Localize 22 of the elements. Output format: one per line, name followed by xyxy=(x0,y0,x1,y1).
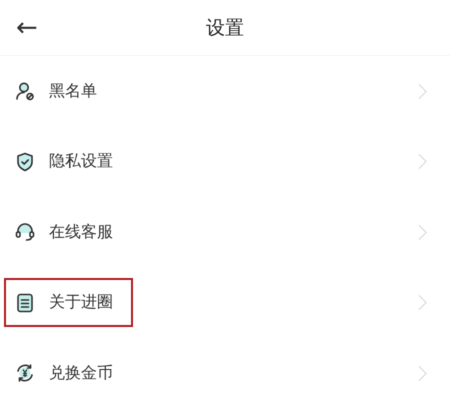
chevron-right-icon xyxy=(418,82,427,100)
headset-icon xyxy=(15,222,35,242)
row-label: 在线客服 xyxy=(49,222,113,243)
document-icon xyxy=(15,292,35,313)
settings-row[interactable]: 隐私设置 xyxy=(0,126,450,197)
row-label: 黑名单 xyxy=(49,80,97,102)
settings-row[interactable]: 兑换金币 xyxy=(0,338,450,407)
settings-row[interactable]: 在线客服 xyxy=(0,197,450,268)
back-button[interactable]: ← xyxy=(10,12,54,42)
person-block-icon xyxy=(15,81,35,102)
chevron-right-icon xyxy=(418,224,427,241)
settings-row[interactable]: 黑名单 xyxy=(0,56,450,126)
coin-exchange-icon xyxy=(15,363,35,384)
shield-check-icon xyxy=(15,152,35,172)
row-label: 隐私设置 xyxy=(49,151,113,172)
settings-row[interactable]: 关于进圈 xyxy=(0,268,450,338)
page-title: 设置 xyxy=(206,16,244,40)
chevron-right-icon xyxy=(418,294,427,312)
row-label: 兑换金币 xyxy=(49,362,113,384)
chevron-right-icon xyxy=(418,153,427,170)
chevron-right-icon xyxy=(418,364,427,382)
row-label: 关于进圈 xyxy=(49,292,113,314)
